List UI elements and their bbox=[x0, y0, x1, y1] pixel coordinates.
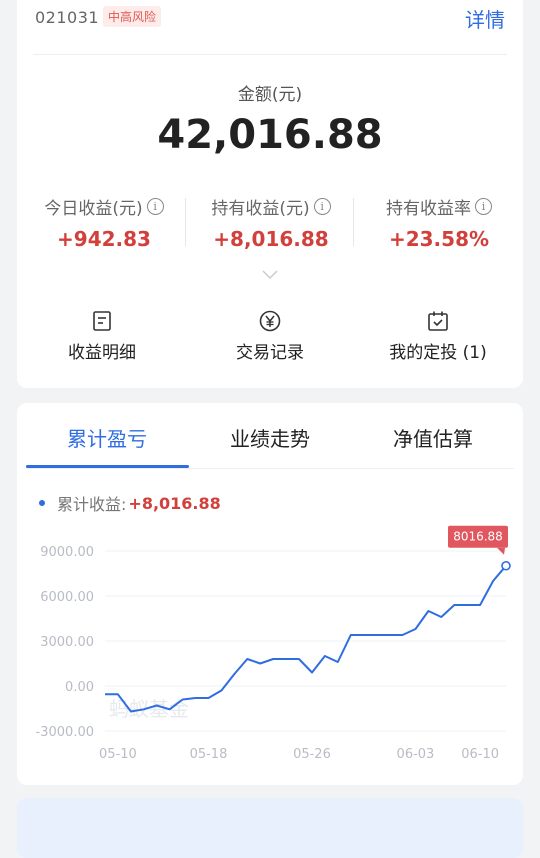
tab-nav-estimate[interactable]: 净值估算 bbox=[349, 423, 517, 452]
divider bbox=[353, 198, 354, 246]
action-label: 收益明细 bbox=[68, 343, 136, 363]
stat-label: 持有收益(元) bbox=[211, 199, 310, 219]
x-tick-label: 06-10 bbox=[461, 747, 499, 762]
active-tab-indicator bbox=[26, 465, 189, 468]
x-tick-label: 05-26 bbox=[293, 747, 331, 762]
document-icon bbox=[93, 311, 111, 331]
amount-label: 金额(元) bbox=[237, 85, 303, 105]
stat-holding-rate: 持有收益率 i +23.58% bbox=[355, 194, 523, 251]
chart-card: 累计盈亏 业绩走势 净值估算 累计收益: +8,016.88 9000.00 60… bbox=[17, 403, 523, 785]
detail-link[interactable]: 详情 bbox=[465, 4, 505, 33]
bottom-banner[interactable] bbox=[17, 798, 523, 858]
y-tick-label: 6000.00 bbox=[40, 590, 94, 605]
divider bbox=[33, 54, 507, 55]
fund-code: 021031 bbox=[35, 8, 100, 27]
y-tick-label: 9000.00 bbox=[40, 545, 94, 560]
divider bbox=[185, 198, 186, 246]
info-icon[interactable]: i bbox=[313, 198, 331, 215]
x-tick-label: 06-03 bbox=[397, 747, 435, 762]
stat-holding-profit: 持有收益(元) i +8,016.88 bbox=[187, 194, 355, 251]
risk-badge: 中高风险 bbox=[103, 6, 162, 27]
stat-label: 今日收益(元) bbox=[44, 199, 143, 219]
stat-value: +8,016.88 bbox=[213, 227, 329, 251]
watermark: 蚂蚁基金 bbox=[109, 697, 189, 721]
callout-label: 8016.88 bbox=[453, 530, 503, 544]
calendar-check-icon bbox=[428, 311, 448, 331]
cumulative-pnl-chart[interactable]: 9000.00 6000.00 3000.00 0.00 -3000.00 05-10 0… bbox=[17, 503, 523, 773]
amount-value: 42,016.88 bbox=[157, 112, 383, 158]
info-icon[interactable]: i bbox=[146, 198, 164, 215]
tab-performance-trend[interactable]: 业绩走势 bbox=[186, 423, 354, 452]
x-tick-label: 05-18 bbox=[190, 747, 228, 762]
stat-value: +942.83 bbox=[57, 227, 151, 251]
tab-cumulative-pnl[interactable]: 累计盈亏 bbox=[23, 423, 191, 452]
my-auto-invest-button[interactable]: 我的定投 (1) bbox=[373, 310, 503, 363]
series-line bbox=[105, 565, 507, 713]
stat-value: +23.58% bbox=[388, 227, 490, 251]
yuan-icon bbox=[259, 310, 281, 332]
stat-label: 持有收益率 bbox=[386, 199, 471, 219]
info-icon[interactable]: i bbox=[475, 198, 492, 215]
y-tick-label: 0.00 bbox=[65, 680, 94, 695]
last-point-marker bbox=[501, 560, 511, 571]
tab-bar: 累计盈亏 业绩走势 净值估算 bbox=[17, 403, 523, 469]
action-label: 我的定投 (1) bbox=[389, 343, 487, 363]
chevron-down-icon[interactable] bbox=[262, 270, 278, 280]
income-detail-button[interactable]: 收益明细 bbox=[37, 310, 167, 363]
divider bbox=[26, 468, 514, 469]
y-tick-label: 3000.00 bbox=[40, 635, 94, 650]
fund-summary-card: 021031 中高风险 详情 金额(元) 42,016.88 今日收益(元) i … bbox=[17, 0, 523, 388]
y-tick-label: -3000.00 bbox=[36, 725, 94, 740]
action-label: 交易记录 bbox=[236, 343, 304, 363]
transaction-records-button[interactable]: 交易记录 bbox=[205, 310, 335, 363]
x-tick-label: 05-10 bbox=[99, 747, 137, 762]
stat-today-profit: 今日收益(元) i +942.83 bbox=[20, 194, 188, 251]
